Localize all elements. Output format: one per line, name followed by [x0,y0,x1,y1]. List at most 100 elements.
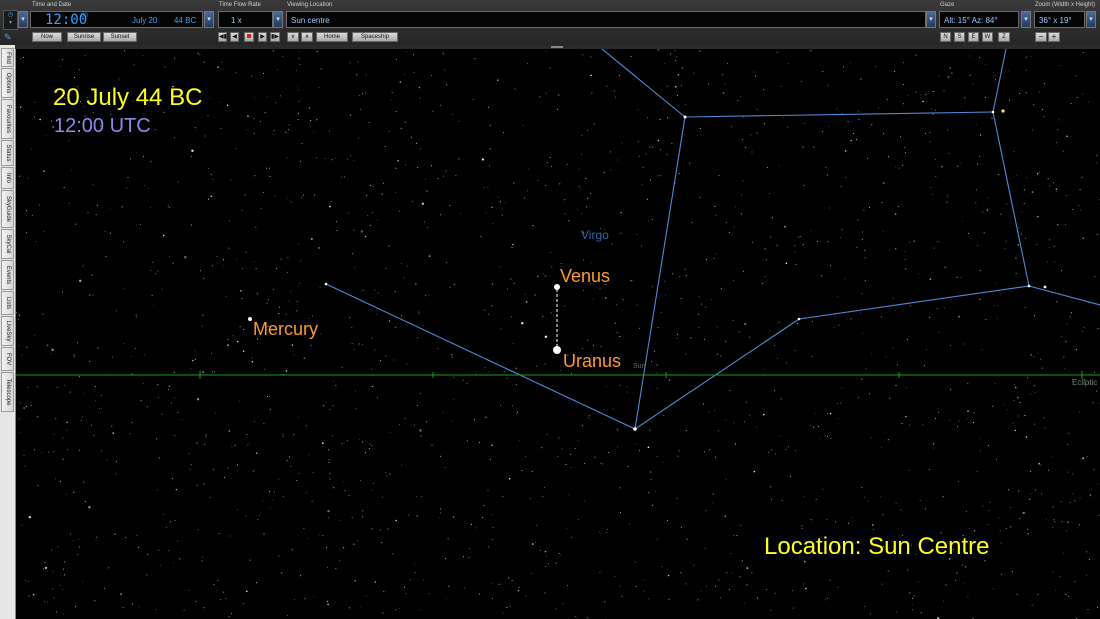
sunset-button[interactable]: Sunset [103,32,137,42]
background-star [850,62,852,64]
background-star [479,593,480,595]
background-star [440,455,442,457]
background-star [394,291,396,293]
spaceship-button[interactable]: Spaceship [352,32,398,42]
background-star [482,516,484,518]
tab-lists[interactable]: Lists [1,291,14,315]
app-logo-icon[interactable]: ◷ ▾ [3,10,18,30]
background-star [19,402,21,404]
tab-find[interactable]: Find [1,48,14,67]
home-button[interactable]: Home [316,32,348,42]
step-back-button[interactable]: ◀ [230,32,239,42]
background-star [501,214,503,216]
background-star [1082,52,1084,54]
tab-telescope[interactable]: Telescope [1,372,14,412]
pin-icon[interactable]: ✎ [4,32,12,42]
tab-favourites[interactable]: Favourites [1,99,14,139]
background-star [792,590,794,592]
background-star [155,609,157,611]
background-star [1096,154,1098,156]
gaze-south-button[interactable]: S [954,32,965,42]
sunrise-button[interactable]: Sunrise [67,32,101,42]
tab-skyguide[interactable]: SkyGuide [1,190,14,228]
background-star [557,108,559,110]
gaze-dropdown[interactable]: ▾ [1021,11,1031,28]
background-star [87,212,89,214]
background-star [282,56,284,58]
venus-label[interactable]: Venus [560,266,610,287]
uranus-disc[interactable] [553,346,561,354]
uranus-label[interactable]: Uranus [563,351,621,372]
tab-skycal[interactable]: SkyCal [1,229,14,259]
gaze-east-button[interactable]: E [968,32,979,42]
background-star [333,487,335,489]
mercury-label[interactable]: Mercury [253,319,318,340]
background-star [365,74,367,76]
mercury-disc[interactable] [248,317,252,321]
background-star [736,535,738,537]
tab-status[interactable]: Status [1,140,14,166]
background-star [861,238,863,240]
background-star [47,601,49,603]
background-star [1093,469,1095,471]
location-up-button[interactable]: ∧ [301,32,313,42]
background-star [144,185,146,187]
stop-button[interactable] [244,32,254,42]
background-star [979,135,981,136]
background-star [489,165,490,167]
background-star [472,99,474,100]
background-star [156,438,158,440]
background-star [943,600,945,602]
now-button[interactable]: Now [32,32,62,42]
skip-forward-button[interactable]: ▮▶ [270,32,280,42]
zoom-dropdown[interactable]: ▾ [1086,11,1096,28]
zoom-in-button[interactable]: + [1048,32,1060,42]
background-star [841,387,843,389]
background-star [353,348,355,350]
tab-info[interactable]: Info [1,167,14,189]
background-star [643,590,645,592]
location-down-button[interactable]: ∨ [287,32,299,42]
gaze-west-button[interactable]: W [982,32,993,42]
time-flow-dropdown[interactable]: ▾ [273,11,283,28]
background-star [977,163,979,165]
skip-back-button[interactable]: ◀▮ [218,32,227,42]
zoom-field[interactable]: 36° x 19° [1034,11,1085,28]
background-star [1079,189,1081,190]
time-date-display[interactable]: 12:00 00 July 20 44 BC [30,11,203,28]
background-star [251,357,253,359]
time-menu-dropdown[interactable]: ▾ [18,11,28,28]
gaze-field[interactable]: Alt: 15° Az: 84° [939,11,1019,28]
time-flow-display[interactable]: 1 x [218,11,273,28]
background-star [399,424,400,426]
gaze-north-button[interactable]: N [940,32,951,42]
tab-find-label: Find [4,51,11,64]
background-star [310,126,311,128]
location-dropdown[interactable]: ▾ [926,11,936,28]
date-dropdown[interactable]: ▾ [204,11,214,28]
tab-fov[interactable]: FOV [1,347,14,371]
background-star [42,313,44,315]
background-star [109,232,111,234]
viewing-location-field[interactable]: Sun centre [286,11,926,28]
tab-livesky[interactable]: LiveSky [1,316,14,346]
background-star [830,265,832,267]
zoom-out-button[interactable]: − [1035,32,1047,42]
gaze-zenith-button[interactable]: Z [998,32,1010,42]
background-star [79,279,82,282]
background-star [937,411,939,413]
tab-options[interactable]: Options [1,68,14,98]
background-star [741,560,743,562]
background-star [999,530,1001,532]
play-button[interactable]: ▶ [258,32,267,42]
tab-events[interactable]: Events [1,260,14,290]
background-star [357,540,358,542]
background-star [340,176,342,178]
background-star [96,536,98,538]
background-star [1030,354,1032,356]
constellation-label-virgo[interactable]: Virgo [581,228,609,242]
background-star [708,411,710,413]
sun-label[interactable]: Sun [633,363,645,370]
background-star [304,598,306,600]
sky-view[interactable]: Virgo Venus Uranus Mercury Sun Ecliptic … [16,49,1100,619]
